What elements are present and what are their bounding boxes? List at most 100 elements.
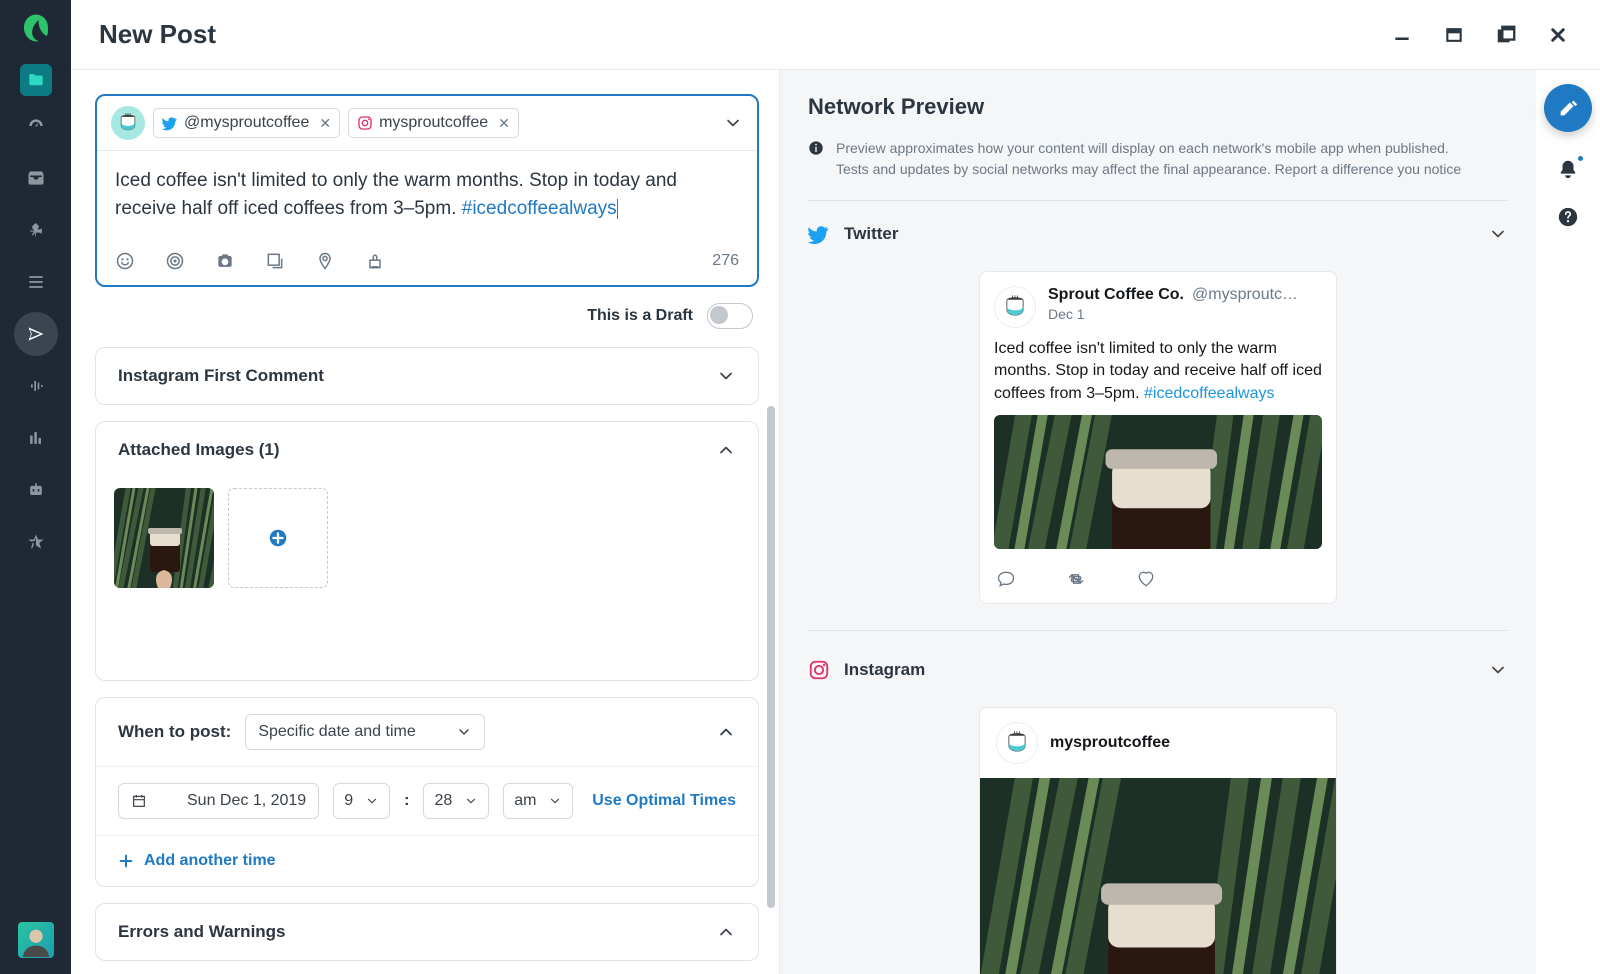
profile-chip-twitter[interactable]: @mysproutcoffee ✕ — [153, 108, 340, 138]
preview-note: Preview approximates how your content wi… — [808, 132, 1508, 201]
section-first-comment: Instagram First Comment — [95, 347, 759, 405]
draft-toggle-row: This is a Draft — [95, 287, 759, 347]
nav-reviews[interactable] — [14, 520, 58, 564]
nav-reports[interactable] — [14, 416, 58, 460]
approval-button[interactable] — [365, 251, 385, 271]
post-text-input[interactable]: Iced coffee isn't limited to only the wa… — [97, 151, 757, 241]
hour-select[interactable]: 9 — [333, 783, 390, 819]
schedule-mode-select[interactable]: Specific date and time — [245, 714, 484, 750]
twitter-icon — [808, 223, 830, 245]
time-separator: : — [404, 792, 409, 810]
composer: @mysproutcoffee ✕ mysproutcoffee ✕ Iced … — [95, 94, 759, 287]
tweet-actions — [980, 559, 1336, 603]
network-row-instagram[interactable]: Instagram — [808, 637, 1508, 697]
datetime-row: Sun Dec 1, 2019 9 : 28 am Use Optimal Ti… — [96, 767, 758, 836]
add-time-button[interactable]: Add another time — [96, 836, 758, 886]
asset-library-button[interactable] — [265, 251, 285, 271]
like-icon[interactable] — [1136, 569, 1156, 589]
optimal-times-link[interactable]: Use Optimal Times — [592, 792, 736, 810]
instagram-icon — [357, 115, 373, 131]
chip-label: @mysproutcoffee — [184, 114, 309, 132]
left-nav-rail — [0, 0, 71, 974]
date-picker[interactable]: Sun Dec 1, 2019 — [118, 783, 319, 819]
nav-inbox[interactable] — [14, 156, 58, 200]
page-title: New Post — [99, 19, 216, 50]
composer-toolbar: 276 — [97, 241, 757, 285]
preview-panel: Network Preview Preview approximates how… — [780, 70, 1536, 974]
close-button[interactable] — [1544, 21, 1572, 49]
network-label: Twitter — [844, 224, 898, 244]
instagram-icon — [808, 659, 830, 681]
post-hashtag: #icedcoffeealways — [462, 198, 617, 219]
profile-avatar — [111, 106, 145, 140]
notifications-button[interactable] — [1557, 158, 1579, 180]
handle: @mysproutc… — [1192, 286, 1298, 304]
chevron-down-icon — [716, 366, 736, 386]
section-header[interactable]: Errors and Warnings — [96, 904, 758, 960]
date-value: Sun Dec 1, 2019 — [187, 792, 306, 810]
preview-text: Iced coffee isn't limited to only the wa… — [980, 334, 1336, 415]
network-row-twitter[interactable]: Twitter — [808, 201, 1508, 261]
add-time-label: Add another time — [144, 852, 276, 870]
nav-bot[interactable] — [14, 468, 58, 512]
chevron-up-icon — [716, 722, 736, 742]
twitter-icon — [162, 115, 178, 131]
preview-avatar — [996, 722, 1038, 764]
nav-pin[interactable] — [14, 208, 58, 252]
section-title: Instagram First Comment — [118, 366, 324, 386]
image-thumbnail[interactable] — [114, 488, 214, 588]
target-button[interactable] — [165, 251, 185, 271]
preview-title: Network Preview — [808, 94, 1508, 120]
profile-selector-row: @mysproutcoffee ✕ mysproutcoffee ✕ — [97, 96, 757, 151]
help-button[interactable] — [1557, 206, 1579, 228]
nav-feeds[interactable] — [14, 260, 58, 304]
char-count: 276 — [712, 252, 739, 270]
scrollbar[interactable] — [767, 406, 775, 908]
nav-folder[interactable] — [20, 64, 52, 96]
draft-label: This is a Draft — [587, 307, 693, 325]
when-label: When to post: — [118, 722, 231, 742]
page-header: New Post — [71, 0, 1600, 70]
draft-toggle[interactable] — [707, 303, 753, 329]
user-avatar[interactable] — [18, 922, 54, 958]
network-label: Instagram — [844, 660, 925, 680]
instagram-preview-card: mysproutcoffee — [979, 707, 1337, 974]
chevron-up-icon — [716, 440, 736, 460]
minimize-button[interactable] — [1388, 21, 1416, 49]
nav-listening[interactable] — [14, 364, 58, 408]
section-attached-images: Attached Images (1) — [95, 421, 759, 681]
window-button[interactable] — [1440, 21, 1468, 49]
notification-dot — [1576, 154, 1585, 163]
twitter-preview-card: Sprout Coffee Co. @mysproutc… Dec 1 Iced… — [979, 271, 1337, 604]
compose-fab[interactable] — [1544, 84, 1592, 132]
section-errors: Errors and Warnings — [95, 903, 759, 961]
retweet-icon[interactable] — [1066, 569, 1086, 589]
chevron-up-icon — [716, 922, 736, 942]
profile-chip-instagram[interactable]: mysproutcoffee ✕ — [348, 108, 519, 138]
section-header[interactable]: Attached Images (1) — [96, 422, 758, 478]
profile-selector-toggle[interactable] — [723, 113, 743, 133]
when-row: When to post: Specific date and time — [96, 698, 758, 767]
duplicate-button[interactable] — [1492, 21, 1520, 49]
minute-select[interactable]: 28 — [423, 783, 489, 819]
camera-button[interactable] — [215, 251, 235, 271]
section-header[interactable]: Instagram First Comment — [96, 348, 758, 404]
ig-username: mysproutcoffee — [1050, 734, 1170, 752]
floating-actions — [1536, 70, 1600, 974]
chip-remove[interactable]: ✕ — [498, 115, 510, 132]
display-name: Sprout Coffee Co. — [1048, 286, 1184, 304]
location-button[interactable] — [315, 251, 335, 271]
chevron-down-icon[interactable] — [1488, 224, 1508, 244]
nav-publish[interactable] — [14, 312, 58, 356]
preview-divider — [808, 630, 1508, 631]
nav-dashboard[interactable] — [14, 104, 58, 148]
chevron-down-icon[interactable] — [1488, 660, 1508, 680]
ampm-select[interactable]: am — [503, 783, 573, 819]
preview-image — [994, 415, 1322, 549]
section-title: Attached Images (1) — [118, 440, 280, 460]
add-image-button[interactable] — [228, 488, 328, 588]
reply-icon[interactable] — [996, 569, 1016, 589]
emoji-button[interactable] — [115, 251, 135, 271]
section-when-to-post: When to post: Specific date and time Sun… — [95, 697, 759, 887]
chip-remove[interactable]: ✕ — [319, 115, 331, 132]
